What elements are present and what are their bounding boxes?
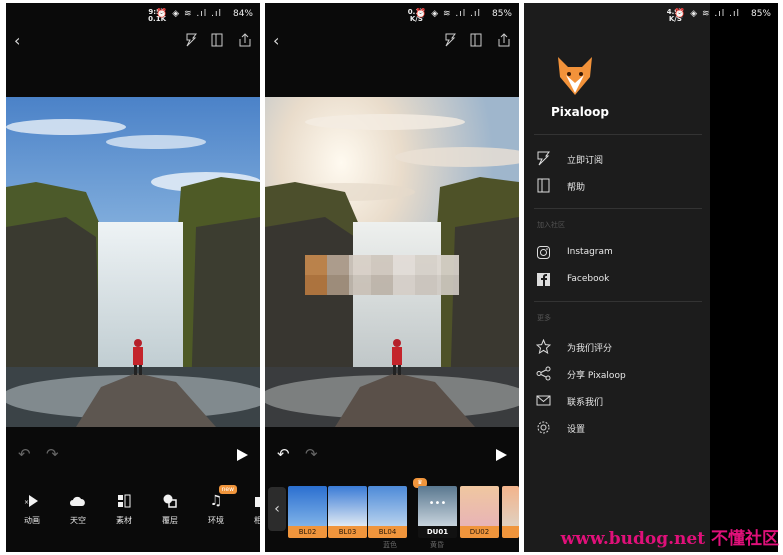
export-share-icon[interactable] [497, 32, 511, 48]
status-icons: ⏰ ◈ ≋ .ıl .ıl [156, 9, 222, 19]
tool-overlay[interactable]: 覆层 [147, 491, 193, 526]
subscribe-icon [537, 151, 550, 166]
status-icons: ⏰ ◈ ≋ .ıl .ıl [415, 9, 481, 19]
collapse-arrow-icon[interactable]: ‹ [268, 487, 286, 531]
selected-options-icon[interactable]: ••• [418, 498, 457, 509]
help-book-icon[interactable] [469, 32, 483, 48]
facebook-icon [537, 273, 550, 286]
site-watermark: www.budog.net 不懂社区 [560, 529, 779, 549]
filter-bl04[interactable]: BL04 [368, 486, 407, 538]
waterfall-photo-sunset-sky[interactable] [265, 97, 519, 427]
sky-icon [55, 491, 101, 511]
pixaloop-fox-logo-icon [558, 57, 592, 95]
ambience-icon: ♫ [209, 493, 223, 509]
filter-du01-selected[interactable]: ••• DU01 [418, 486, 457, 538]
tool-ambience[interactable]: ♫ new 环境 [193, 485, 239, 526]
tool-bar: × 动画 天空 素材 覆层 ♫ new 环境 相机 [6, 485, 260, 541]
side-drawer: Pixaloop 立即订阅 帮助 加入社区 Instagram Facebook… [524, 3, 710, 552]
tool-camera[interactable]: 相机 [239, 491, 260, 526]
status-bar: 9:57 0.1K ⏰ ◈ ≋ .ıl .ıl 84% [6, 3, 260, 25]
divider [534, 208, 702, 209]
battery-level: 85% [750, 9, 771, 19]
subscribe-icon[interactable] [443, 32, 457, 48]
svg-text:×: × [24, 499, 29, 506]
menu-item-help[interactable]: 帮助 [536, 176, 706, 196]
filter-du02[interactable]: DU02 [460, 486, 499, 538]
star-icon [536, 339, 551, 354]
undo-icon[interactable]: ↶ [277, 445, 290, 463]
mail-icon [536, 395, 551, 406]
menu-item-subscribe[interactable]: 立即订阅 [536, 149, 706, 169]
battery-level: 85% [491, 9, 512, 19]
help-icon [537, 178, 550, 193]
export-share-icon[interactable] [238, 32, 252, 48]
menu-item-facebook[interactable]: Facebook [536, 270, 706, 290]
section-community-label: 加入社区 [537, 221, 565, 229]
top-bar: ‹ [6, 29, 260, 55]
undo-icon[interactable]: ↶ [18, 445, 31, 463]
side-menu-screen: Pixaloop 立即订阅 帮助 加入社区 Instagram Facebook… [524, 3, 778, 552]
back-arrow-icon[interactable]: ‹ [273, 31, 279, 50]
filter-group-dusk: 黄昏 [430, 541, 444, 549]
new-badge: new [218, 485, 237, 494]
instagram-icon [537, 246, 550, 259]
divider [534, 301, 702, 302]
menu-item-instagram[interactable]: Instagram [536, 243, 706, 263]
playback-controls: ↶ ↷ [6, 443, 260, 471]
waterfall-photo[interactable] [6, 97, 260, 427]
status-icons: ⏰ ◈ ≋ .ıl .ıl [674, 9, 740, 19]
filter-bl02[interactable]: BL02 [288, 486, 327, 538]
playback-controls: ↶ ↷ [265, 443, 519, 471]
redo-icon[interactable]: ↷ [46, 445, 59, 463]
drawer-scrim[interactable] [710, 3, 778, 552]
share-icon [536, 366, 551, 381]
gear-icon [537, 421, 550, 434]
menu-item-share[interactable]: 分享 Pixaloop [536, 364, 706, 384]
divider [534, 134, 702, 135]
overlay-icon [147, 491, 193, 511]
tool-elements[interactable]: 素材 [101, 491, 147, 526]
menu-item-settings[interactable]: 设置 [536, 418, 706, 438]
section-more-label: 更多 [537, 314, 551, 322]
help-book-icon[interactable] [210, 32, 224, 48]
back-arrow-icon[interactable]: ‹ [14, 31, 20, 50]
menu-item-rate-us[interactable]: 为我们评分 [536, 337, 706, 357]
sky-filter-strip: ‹ ♛ BL02 BL03 BL04 ••• DU01 DU02 蓝色 黄昏 [265, 478, 519, 549]
play-icon[interactable] [496, 449, 507, 461]
status-bar: 0.13 K/S ⏰ ◈ ≋ .ıl .ıl 85% [265, 3, 519, 25]
menu-item-contact[interactable]: 联系我们 [536, 391, 706, 411]
filter-group-blue: 蓝色 [383, 541, 397, 549]
elements-icon [101, 491, 147, 511]
animate-icon: × [9, 491, 55, 511]
editor-screen-animate: 9:57 0.1K ⏰ ◈ ≋ .ıl .ıl 84% ‹ ↶ ↷ × 动画 天… [6, 3, 260, 552]
redo-icon[interactable]: ↷ [305, 445, 318, 463]
tool-sky[interactable]: 天空 [55, 491, 101, 526]
filter-du03-partial[interactable] [502, 486, 519, 538]
status-bar: 4.97 K/S ⏰ ◈ ≋ .ıl .ıl 85% [524, 3, 778, 25]
subscribe-icon[interactable] [184, 32, 198, 48]
filter-bl03[interactable]: BL03 [328, 486, 367, 538]
camera-icon [239, 491, 260, 511]
editor-screen-sky: 0.13 K/S ⏰ ◈ ≋ .ıl .ıl 85% ‹ ↶ ↷ ‹ ♛ BL0… [265, 3, 519, 552]
tool-animate[interactable]: × 动画 [9, 491, 55, 526]
top-bar: ‹ [265, 29, 519, 55]
app-name: Pixaloop [551, 105, 609, 119]
battery-level: 84% [232, 9, 253, 19]
play-icon[interactable] [237, 449, 248, 461]
